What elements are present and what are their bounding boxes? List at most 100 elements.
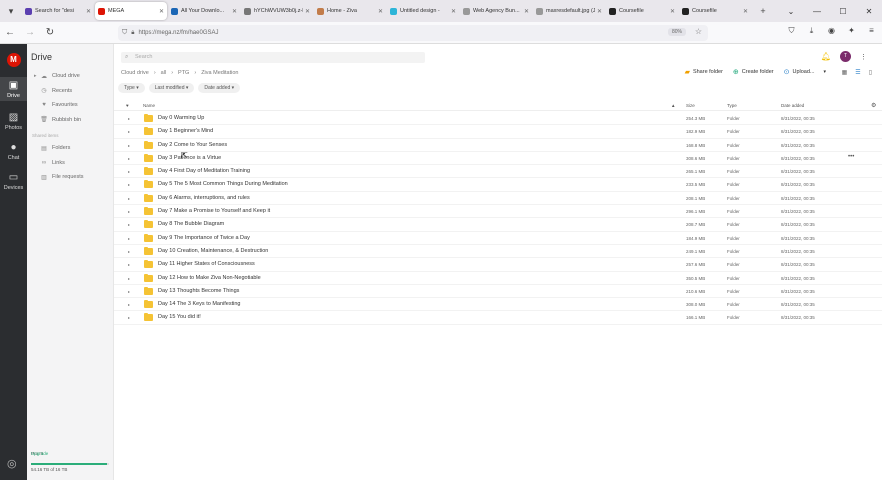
zoom-level[interactable]: 80% bbox=[667, 28, 686, 36]
minimize-icon[interactable]: — bbox=[804, 7, 830, 16]
sidebar-item-file-requests[interactable]: ▥ File requests bbox=[27, 170, 113, 185]
rail-item-photos[interactable]: ▨ Photos bbox=[0, 111, 27, 131]
url-text[interactable]: https://mega.nz/fm/hae0GSAJ bbox=[138, 30, 218, 36]
tab-list-icon[interactable]: ▾ bbox=[0, 0, 22, 22]
browser-tab[interactable]: Coursefile ✕ bbox=[606, 2, 678, 20]
breadcrumb-item[interactable]: PTG bbox=[178, 70, 189, 76]
browser-tab[interactable]: Untitled design - ✕ bbox=[387, 2, 459, 20]
search-input[interactable]: ⌕ Search bbox=[121, 52, 425, 63]
close-tab-icon[interactable]: ✕ bbox=[670, 8, 675, 15]
favourite-column-icon[interactable]: ♥ bbox=[126, 103, 129, 108]
close-tab-icon[interactable]: ✕ bbox=[305, 8, 310, 15]
close-tab-icon[interactable]: ✕ bbox=[524, 8, 529, 15]
expand-icon[interactable]: ▸ bbox=[128, 209, 130, 214]
expand-icon[interactable]: ▸ bbox=[128, 315, 130, 320]
notification-bell-icon[interactable]: 🔔︎ bbox=[821, 52, 831, 61]
lock-icon[interactable]: 🔒︎ bbox=[131, 30, 134, 37]
create-folder-button[interactable]: ⊕ Create folder bbox=[733, 68, 774, 76]
share-folder-button[interactable]: ▰ Share folder bbox=[685, 68, 723, 76]
browser-tab[interactable]: Coursefile ✕ bbox=[679, 2, 751, 20]
list-all-tabs-icon[interactable]: ⌄ bbox=[778, 7, 804, 16]
sidebar-item-favourites[interactable]: ♥ Favourites bbox=[27, 98, 113, 113]
more-options-icon[interactable]: ••• bbox=[848, 154, 854, 160]
column-name[interactable]: Name bbox=[143, 103, 155, 108]
close-tab-icon[interactable]: ✕ bbox=[86, 8, 91, 15]
table-row[interactable]: ▸ Day 5 The 5 Most Common Things During M… bbox=[114, 178, 882, 192]
breadcrumb-item[interactable]: all bbox=[161, 70, 167, 76]
download-icon[interactable]: ⤓ bbox=[805, 26, 818, 36]
forward-icon[interactable]: → bbox=[20, 27, 40, 38]
shield-icon[interactable]: ⛉ bbox=[122, 29, 127, 37]
expand-icon[interactable]: ▸ bbox=[128, 302, 130, 307]
table-row[interactable]: ▸ Day 3 Patience is a Virtue 308.6 MB Folde… bbox=[114, 152, 882, 166]
upgrade-link[interactable]: Upgrade bbox=[31, 451, 48, 456]
account-icon[interactable]: ◉ bbox=[825, 26, 838, 36]
expand-icon[interactable]: ▸ bbox=[128, 143, 130, 148]
expand-icon[interactable]: ▸ bbox=[128, 289, 130, 294]
thumbnail-view-icon[interactable]: ▦ bbox=[842, 69, 848, 76]
column-settings-icon[interactable]: ⚙ bbox=[871, 102, 876, 109]
sort-ascending-icon[interactable]: ▲ bbox=[671, 103, 675, 108]
expand-icon[interactable]: ▸ bbox=[128, 116, 130, 121]
browser-tab[interactable]: All Your Downlo... ✕ bbox=[168, 2, 240, 20]
table-row[interactable]: ▸ Day 11 Higher States of Consciousness 25… bbox=[114, 258, 882, 272]
filter-last-modified[interactable]: Last modified ▾ bbox=[148, 83, 195, 93]
browser-tab[interactable]: Home - Ziva ✕ bbox=[314, 2, 386, 20]
table-row[interactable]: ▸ Day 10 Creation, Maintenance, & Destruc… bbox=[114, 245, 882, 259]
sidebar-item-cloud-drive[interactable]: ▸ ☁ Cloud drive bbox=[27, 69, 113, 84]
expand-icon[interactable]: ▸ bbox=[128, 156, 130, 161]
table-row[interactable]: ▸ Day 6 Alarms, interruptions, and rules 2… bbox=[114, 192, 882, 206]
sidebar-item-recents[interactable]: ◷ Recents bbox=[27, 84, 113, 99]
list-view-icon[interactable]: ☰ bbox=[855, 69, 860, 76]
more-vertical-icon[interactable]: ⋮ bbox=[860, 53, 867, 61]
browser-tab[interactable]: maxresdefault.jpg (JP...✕ bbox=[533, 2, 605, 20]
transfer-icon[interactable]: ◎ bbox=[7, 457, 17, 470]
close-tab-icon[interactable]: ✕ bbox=[232, 8, 237, 15]
expand-icon[interactable]: ▸ bbox=[128, 182, 130, 187]
rail-item-chat[interactable]: ● Chat bbox=[0, 141, 27, 161]
column-size[interactable]: Size bbox=[686, 103, 695, 108]
browser-tab[interactable]: MEGA ✕ bbox=[95, 2, 167, 20]
reload-icon[interactable]: ↻ bbox=[40, 27, 60, 38]
expand-icon[interactable]: ▸ bbox=[128, 129, 130, 134]
breadcrumb-item[interactable]: Cloud drive bbox=[121, 70, 149, 76]
expand-icon[interactable]: ▸ bbox=[128, 276, 130, 281]
browser-tab[interactable]: Search for "desi ✕ bbox=[22, 2, 94, 20]
table-row[interactable]: ▸ Day 0 Warming Up 254.3 MB Folder 8/31/2022… bbox=[114, 112, 882, 126]
pocket-icon[interactable]: ⛉ bbox=[785, 26, 798, 36]
table-row[interactable]: ▸ Day 4 First Day of Meditation Training 2… bbox=[114, 165, 882, 179]
rail-item-drive[interactable]: ▣ Drive bbox=[0, 77, 27, 101]
info-panel-icon[interactable]: ▯ bbox=[869, 69, 872, 76]
table-row[interactable]: ▸ Day 13 Thoughts Become Things 210.6 MB Fo… bbox=[114, 285, 882, 299]
close-tab-icon[interactable]: ✕ bbox=[159, 8, 164, 15]
chevron-right-icon[interactable]: ▸ bbox=[34, 73, 37, 79]
breadcrumb-item[interactable]: Ziva Meditation bbox=[201, 70, 238, 76]
table-row[interactable]: ▸ Day 1 Beginner's Mind 182.9 MB Folder 8/31… bbox=[114, 125, 882, 139]
filter-date-added[interactable]: Date added ▾ bbox=[198, 83, 241, 93]
new-tab-icon[interactable]: + bbox=[752, 0, 774, 22]
avatar[interactable]: T bbox=[840, 51, 851, 62]
rail-item-devices[interactable]: ▭ Devices bbox=[0, 171, 27, 191]
close-tab-icon[interactable]: ✕ bbox=[597, 8, 602, 15]
table-row[interactable]: ▸ Day 12 How to Make Ziva Non-Negotiable 3… bbox=[114, 272, 882, 285]
table-row[interactable]: ▸ Day 8 The Bubble Diagram 208.7 MB Folder 8… bbox=[114, 218, 882, 232]
column-type[interactable]: Type bbox=[727, 103, 737, 108]
upload-button[interactable]: ⊙ Upload... ▾ bbox=[784, 68, 826, 76]
browser-tab[interactable]: Web Agency Bun... ✕ bbox=[460, 2, 532, 20]
browser-tab[interactable]: hYChWVUW3b0j.z-D...✕ bbox=[241, 2, 313, 20]
expand-icon[interactable]: ▸ bbox=[128, 236, 130, 241]
table-row[interactable]: ▸ Day 2 Come to Your Senses 168.8 MB Folder… bbox=[114, 139, 882, 152]
menu-icon[interactable]: ≡ bbox=[865, 26, 878, 36]
expand-icon[interactable]: ▸ bbox=[128, 262, 130, 267]
bookmark-star-icon[interactable]: ☆ bbox=[695, 27, 702, 36]
sidebar-item-rubbish-bin[interactable]: 🗑︎ Rubbish bin bbox=[27, 113, 113, 128]
table-row[interactable]: ▸ Day 7 Make a Promise to Yourself and Ke… bbox=[114, 205, 882, 219]
address-bar[interactable]: ⛉ 🔒︎ https://mega.nz/fm/hae0GSAJ 80% ☆ bbox=[118, 25, 708, 41]
column-date-added[interactable]: Date added bbox=[781, 103, 804, 108]
back-icon[interactable]: ← bbox=[0, 27, 20, 38]
table-row[interactable]: ▸ Day 15 You did it! 166.1 MB Folder 8/31/20… bbox=[114, 311, 882, 325]
expand-icon[interactable]: ▸ bbox=[128, 196, 130, 201]
expand-icon[interactable]: ▸ bbox=[128, 222, 130, 227]
table-row[interactable]: ▸ Day 14 The 3 Keys to Manifesting 308.0 M… bbox=[114, 298, 882, 312]
sidebar-item-folders[interactable]: ▤ Folders bbox=[27, 141, 113, 156]
